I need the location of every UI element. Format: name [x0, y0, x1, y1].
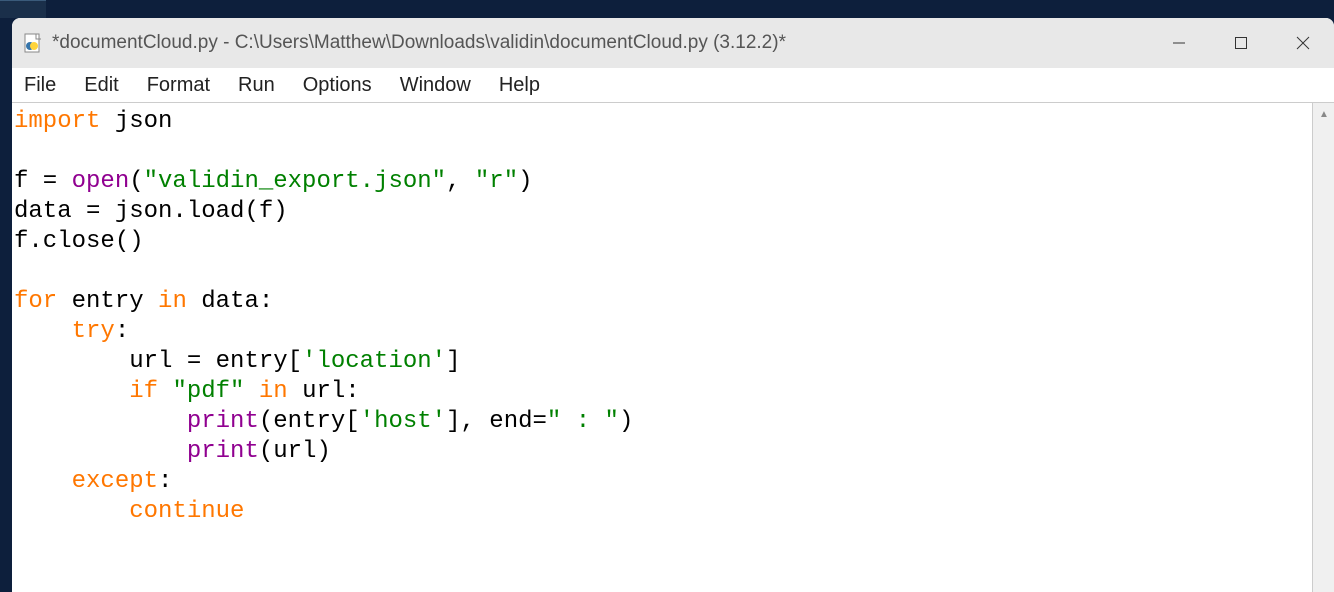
code-token: [14, 378, 129, 405]
code-token: 'host': [360, 408, 446, 435]
code-token: ): [518, 168, 532, 195]
code-token: (: [129, 168, 143, 195]
code-line: import json: [14, 107, 1312, 137]
titlebar[interactable]: *documentCloud.py - C:\Users\Matthew\Dow…: [12, 18, 1334, 68]
code-token: f =: [14, 168, 72, 195]
code-token: [14, 318, 72, 345]
desktop-background: [0, 0, 1334, 18]
taskbar-tab[interactable]: [0, 0, 46, 18]
window-title: *documentCloud.py - C:\Users\Matthew\Dow…: [52, 32, 1148, 54]
code-token: print: [187, 408, 259, 435]
code-token: [14, 468, 72, 495]
code-token: url:: [288, 378, 360, 405]
code-token: json: [100, 108, 172, 135]
code-token: try: [72, 318, 115, 345]
code-line: f.close(): [14, 227, 1312, 257]
window-controls: [1148, 18, 1334, 68]
code-token: entry: [57, 288, 158, 315]
menu-window[interactable]: Window: [400, 74, 471, 97]
code-token: for: [14, 288, 57, 315]
code-line: f = open("validin_export.json", "r"): [14, 167, 1312, 197]
code-token: ,: [446, 168, 475, 195]
code-token: ], end=: [446, 408, 547, 435]
menu-format[interactable]: Format: [147, 74, 210, 97]
menu-edit[interactable]: Edit: [84, 74, 118, 97]
code-token: [244, 378, 258, 405]
code-token: in: [158, 288, 187, 315]
code-token: [158, 378, 172, 405]
code-token: ]: [446, 348, 460, 375]
code-token: except: [72, 468, 158, 495]
menubar: File Edit Format Run Options Window Help: [12, 68, 1334, 102]
code-line: except:: [14, 467, 1312, 497]
code-token: [14, 438, 187, 465]
close-button[interactable]: [1272, 18, 1334, 68]
vertical-scrollbar[interactable]: ▲: [1312, 103, 1334, 592]
code-token: [14, 408, 187, 435]
code-line: if "pdf" in url:: [14, 377, 1312, 407]
code-line: print(url): [14, 437, 1312, 467]
code-token: :: [158, 468, 172, 495]
code-token: " : ": [547, 408, 619, 435]
editor-container: import json f = open("validin_export.jso…: [12, 102, 1334, 592]
code-token: in: [259, 378, 288, 405]
menu-file[interactable]: File: [24, 74, 56, 97]
code-token: if: [129, 378, 158, 405]
code-line: continue: [14, 497, 1312, 527]
code-line: for entry in data:: [14, 287, 1312, 317]
maximize-button[interactable]: [1210, 18, 1272, 68]
code-token: [14, 498, 129, 525]
code-token: url = entry[: [14, 348, 302, 375]
code-token: open: [72, 168, 130, 195]
menu-run[interactable]: Run: [238, 74, 275, 97]
code-line: url = entry['location']: [14, 347, 1312, 377]
minimize-button[interactable]: [1148, 18, 1210, 68]
code-line: try:: [14, 317, 1312, 347]
code-token: continue: [129, 498, 244, 525]
code-token: data:: [187, 288, 273, 315]
code-token: :: [115, 318, 129, 345]
code-token: (url): [259, 438, 331, 465]
idle-window: *documentCloud.py - C:\Users\Matthew\Dow…: [12, 18, 1334, 592]
scroll-up-icon[interactable]: ▲: [1313, 105, 1334, 123]
code-token: ): [619, 408, 633, 435]
code-token: "pdf": [172, 378, 244, 405]
menu-options[interactable]: Options: [303, 74, 372, 97]
code-token: "validin_export.json": [144, 168, 446, 195]
code-editor[interactable]: import json f = open("validin_export.jso…: [12, 103, 1312, 592]
code-token: "r": [475, 168, 518, 195]
code-line: [14, 137, 1312, 167]
code-line: [14, 257, 1312, 287]
python-file-icon: [22, 32, 44, 54]
code-token: (entry[: [259, 408, 360, 435]
code-token: print: [187, 438, 259, 465]
code-line: data = json.load(f): [14, 197, 1312, 227]
code-token: 'location': [302, 348, 446, 375]
code-token: f.close(): [14, 228, 144, 255]
menu-help[interactable]: Help: [499, 74, 540, 97]
code-token: data = json.load(f): [14, 198, 288, 225]
code-token: import: [14, 108, 100, 135]
code-line: print(entry['host'], end=" : "): [14, 407, 1312, 437]
